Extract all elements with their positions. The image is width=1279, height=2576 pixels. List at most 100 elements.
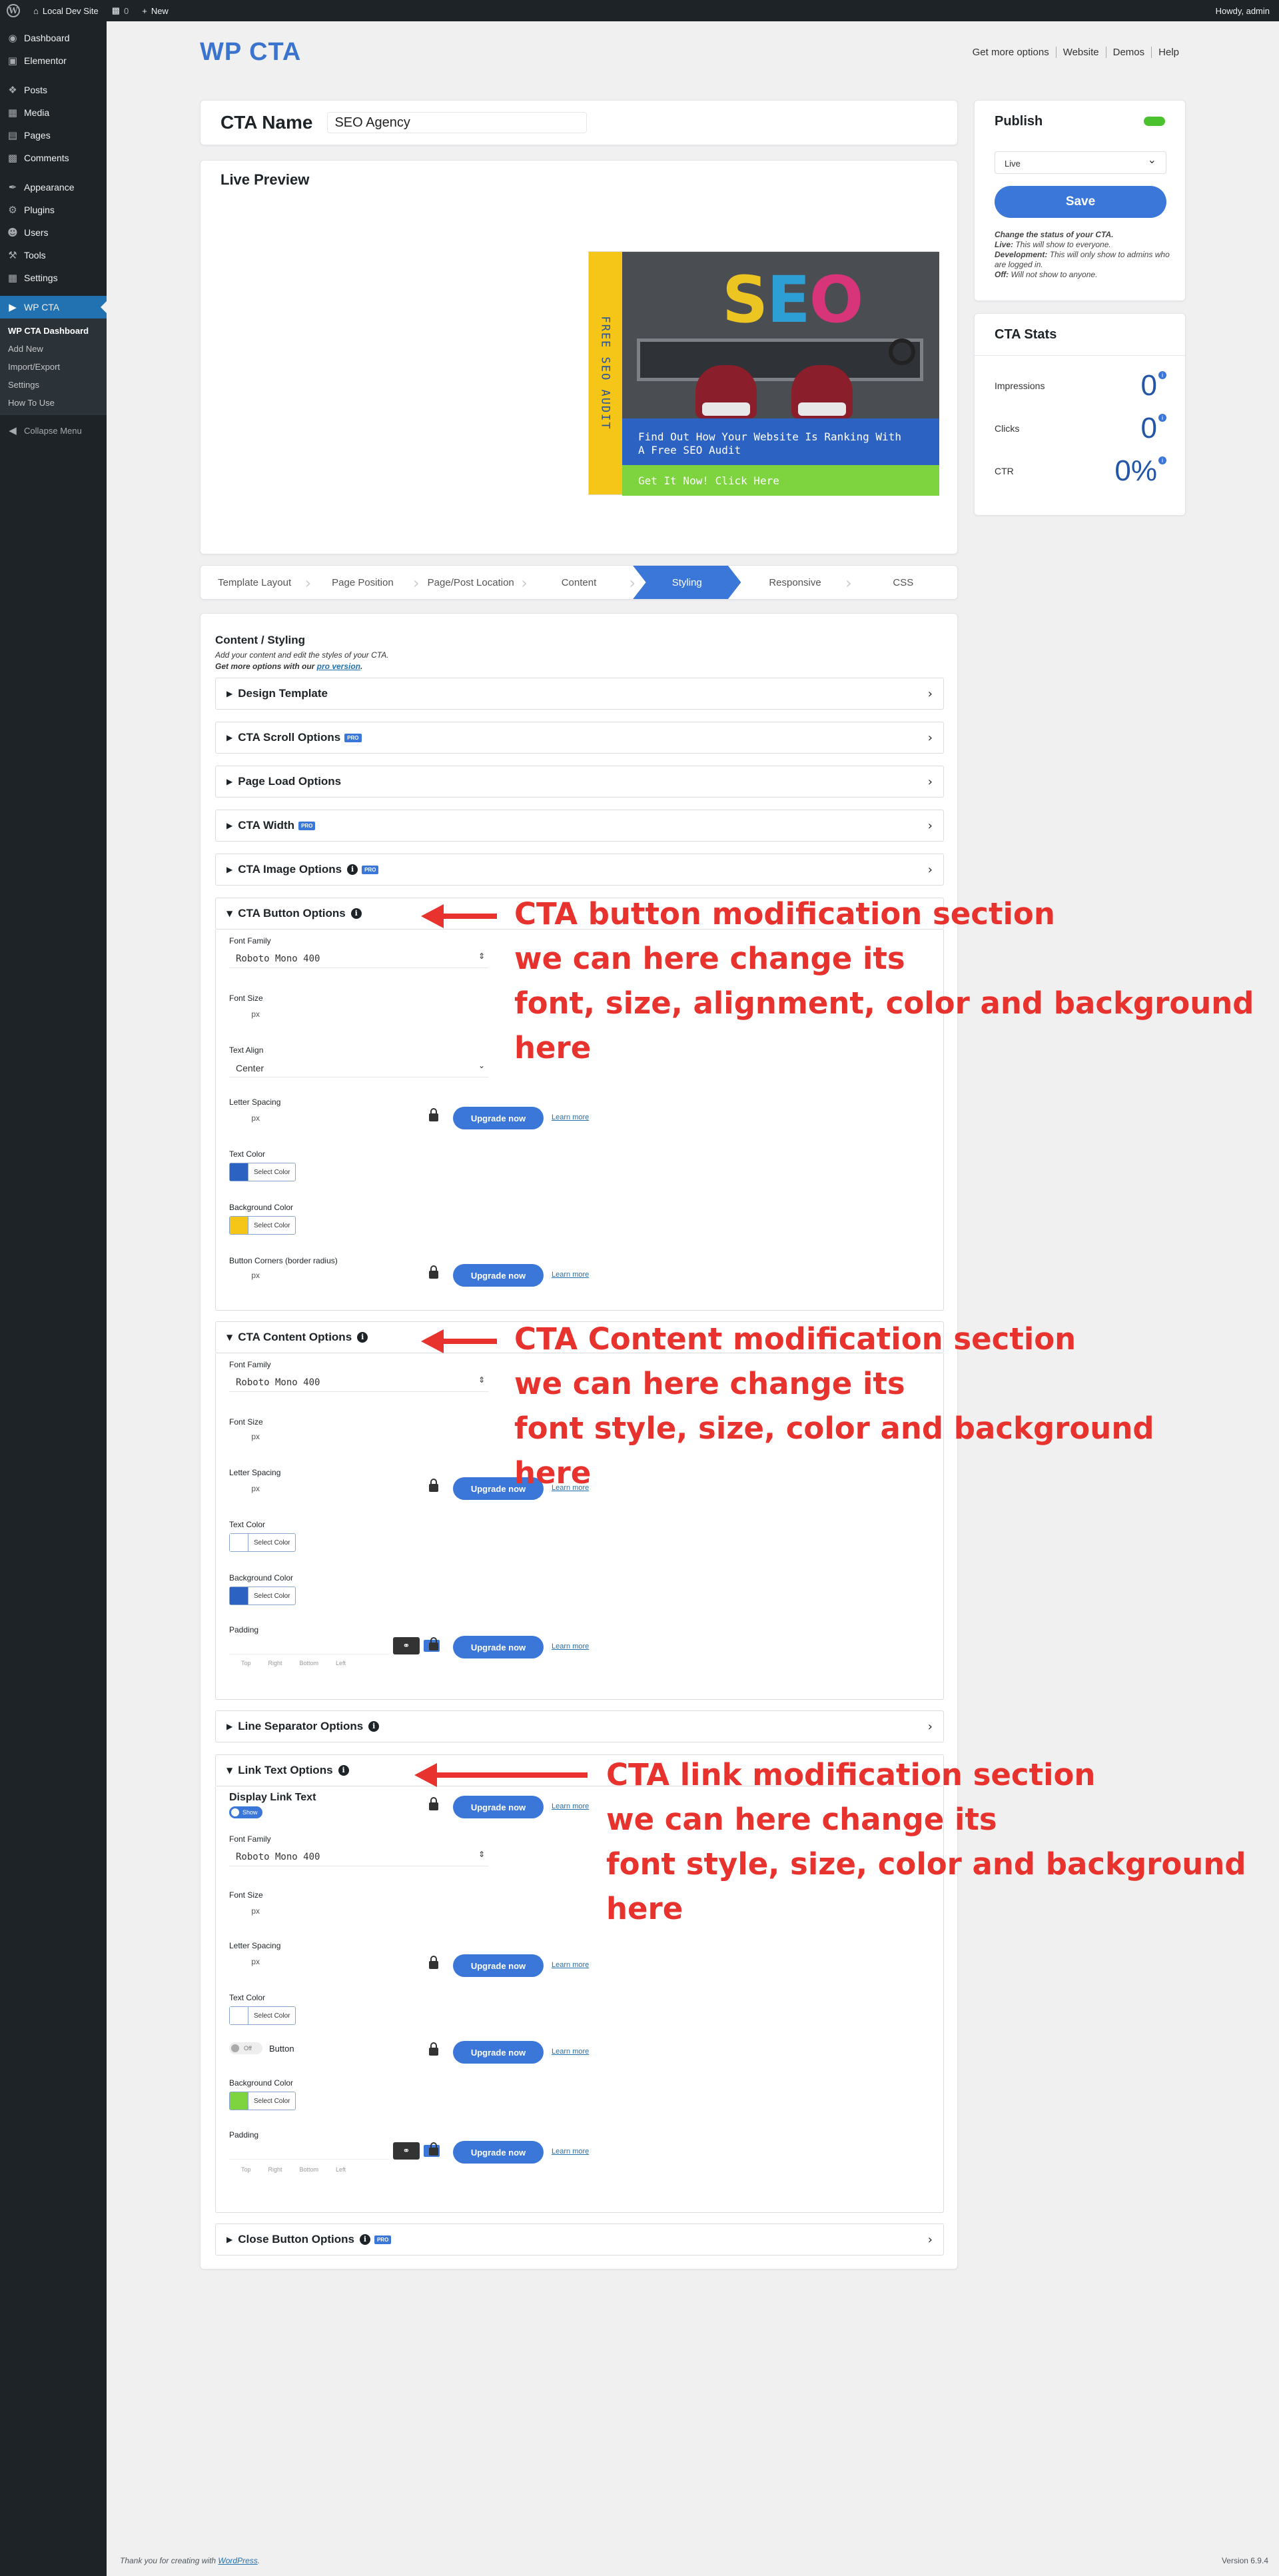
content-font-family-select[interactable]: Roboto Mono 400 ⇕ — [229, 1372, 489, 1392]
submenu-wp-cta-dashboard[interactable]: WP CTA Dashboard — [0, 322, 107, 340]
submenu-add-new[interactable]: Add New — [0, 340, 107, 358]
link-text-color-picker[interactable]: Select Color — [229, 2006, 296, 2025]
pro-version-link[interactable]: pro version — [317, 662, 360, 671]
info-icon[interactable]: i — [1158, 371, 1166, 379]
upgrade-now-button[interactable]: Upgrade now — [453, 1796, 544, 1818]
tab-page-post-location[interactable]: Page/Post Location › — [417, 566, 528, 599]
cta-width-section[interactable]: ▶ CTA Width PRO › — [215, 810, 944, 842]
button-font-family-select[interactable]: Roboto Mono 400 ⇕ — [229, 948, 489, 968]
link-letter-spacing-input[interactable]: px — [229, 1953, 282, 1970]
status-toggle[interactable] — [1144, 117, 1165, 126]
plugin-logo[interactable]: WP CTA — [200, 38, 301, 67]
upgrade-now-button[interactable]: Upgrade now — [453, 1107, 544, 1129]
collapse-menu-button[interactable]: ◀ Collapse Menu — [0, 419, 107, 442]
nav-website[interactable]: Website — [1057, 46, 1106, 58]
link-font-family-select[interactable]: Roboto Mono 400 ⇕ — [229, 1846, 489, 1866]
tab-responsive[interactable]: Responsive › — [741, 566, 851, 599]
nav-help[interactable]: Help — [1152, 47, 1186, 58]
menu-tools[interactable]: ⚒ Tools — [0, 244, 107, 267]
button-font-size-input[interactable]: px — [229, 1005, 282, 1023]
menu-settings[interactable]: ▦ Settings — [0, 267, 107, 289]
button-text-align-select[interactable]: Center ⌄ — [229, 1057, 489, 1077]
tab-template-layout[interactable]: Template Layout › — [201, 566, 311, 599]
new-content-link[interactable]: + New — [135, 0, 175, 21]
info-icon[interactable]: i — [1158, 414, 1166, 422]
cta-name-input[interactable]: SEO Agency — [327, 112, 588, 133]
menu-dashboard[interactable]: ◉ Dashboard — [0, 27, 107, 49]
link-icon[interactable]: ⚭ — [393, 1637, 420, 1654]
menu-wp-cta[interactable]: ▶ WP CTA — [0, 296, 107, 319]
info-icon[interactable]: i — [368, 1721, 380, 1732]
learn-more-link[interactable]: Learn more — [552, 1113, 589, 1121]
menu-media[interactable]: ▦ Media — [0, 101, 107, 124]
menu-elementor[interactable]: ▣ Elementor — [0, 49, 107, 72]
wordpress-link[interactable]: WordPress — [218, 2556, 257, 2565]
content-background-color-picker[interactable]: Select Color — [229, 1587, 296, 1605]
info-icon[interactable]: i — [357, 1332, 368, 1343]
upgrade-now-button[interactable]: Upgrade now — [453, 1954, 544, 1977]
link-background-color-picker[interactable]: Select Color — [229, 2092, 296, 2110]
button-letter-spacing-input[interactable]: px — [229, 1109, 282, 1127]
site-name-link[interactable]: ⌂ Local Dev Site — [27, 0, 105, 21]
page-load-options-section[interactable]: ▶ Page Load Options › — [215, 766, 944, 798]
stat-ctr: CTR 0% i — [995, 451, 1166, 491]
tab-css[interactable]: CSS — [849, 566, 957, 599]
button-style-toggle[interactable]: Off — [229, 2042, 262, 2054]
nav-demos[interactable]: Demos — [1106, 46, 1152, 58]
link-icon[interactable]: ⚭ — [393, 2142, 420, 2160]
nav-get-more-options[interactable]: Get more options — [966, 46, 1057, 58]
menu-posts[interactable]: ❖ Posts — [0, 79, 107, 101]
design-template-section[interactable]: ▶ Design Template › — [215, 678, 944, 710]
button-background-color-picker[interactable]: Select Color — [229, 1216, 296, 1235]
learn-more-link[interactable]: Learn more — [552, 1271, 589, 1279]
learn-more-link[interactable]: Learn more — [552, 1802, 589, 1810]
learn-more-link[interactable]: Learn more — [552, 2148, 589, 2156]
info-icon[interactable]: i — [359, 2234, 370, 2245]
content-text-color-picker[interactable]: Select Color — [229, 1533, 296, 1552]
tab-styling[interactable]: Styling — [633, 566, 741, 599]
cta-image-options-section[interactable]: ▶ CTA Image Options i PRO › — [215, 854, 944, 886]
content-font-size-input[interactable]: px — [229, 1428, 282, 1445]
content-padding-inputs[interactable]: ⚭px — [229, 1637, 440, 1654]
info-icon[interactable]: i — [350, 908, 362, 919]
menu-plugins[interactable]: ⚙ Plugins — [0, 199, 107, 221]
upgrade-now-button[interactable]: Upgrade now — [453, 1636, 544, 1658]
save-button[interactable]: Save — [995, 186, 1166, 218]
pro-badge: PRO — [344, 733, 362, 742]
tab-page-position[interactable]: Page Position › — [308, 566, 419, 599]
cta-content-text: Find Out How Your Website Is Ranking Wit… — [622, 418, 939, 465]
comments-link[interactable]: ▩ 0 — [105, 0, 136, 21]
display-link-toggle[interactable]: Show — [229, 1806, 262, 1818]
upgrade-now-button[interactable]: Upgrade now — [453, 1264, 544, 1287]
button-corners-input[interactable]: px — [229, 1267, 282, 1284]
line-separator-options-section[interactable]: ▶ Line Separator Options i › — [215, 1710, 944, 1742]
cta-image: SEO — [622, 252, 939, 418]
menu-comments[interactable]: ▩ Comments — [0, 147, 107, 169]
status-select[interactable]: Live — [995, 151, 1166, 174]
cta-button[interactable]: Get It Now! Click Here — [622, 465, 939, 496]
cta-scroll-options-section[interactable]: ▶ CTA Scroll Options PRO › — [215, 722, 944, 754]
close-button-options-section[interactable]: ▶ Close Button Options i PRO › — [215, 2224, 944, 2255]
submenu-settings[interactable]: Settings — [0, 376, 107, 394]
learn-more-link[interactable]: Learn more — [552, 1642, 589, 1650]
tab-content[interactable]: Content › — [525, 566, 636, 599]
wp-logo-menu[interactable]: W — [0, 0, 27, 21]
account-menu[interactable]: Howdy, admin — [1209, 0, 1279, 21]
menu-pages[interactable]: ▤ Pages — [0, 124, 107, 147]
upgrade-now-button[interactable]: Upgrade now — [453, 2141, 544, 2164]
button-text-color-picker[interactable]: Select Color — [229, 1163, 296, 1181]
plugin-header: WP CTA Get more options Website Demos He… — [200, 33, 1186, 71]
info-icon[interactable]: i — [338, 1765, 349, 1776]
info-icon[interactable]: i — [347, 864, 358, 875]
menu-users[interactable]: ☻ Users — [0, 221, 107, 244]
submenu-how-to-use[interactable]: How To Use — [0, 394, 107, 412]
learn-more-link[interactable]: Learn more — [552, 2048, 589, 2056]
menu-appearance[interactable]: ✒ Appearance — [0, 176, 107, 199]
submenu-import-export[interactable]: Import/Export — [0, 358, 107, 376]
link-font-size-input[interactable]: px — [229, 1902, 282, 1920]
info-icon[interactable]: i — [1158, 456, 1166, 464]
upgrade-now-button[interactable]: Upgrade now — [453, 2041, 544, 2064]
content-letter-spacing-input[interactable]: px — [229, 1480, 282, 1497]
learn-more-link[interactable]: Learn more — [552, 1961, 589, 1969]
link-padding-inputs[interactable]: ⚭px — [229, 2142, 440, 2160]
